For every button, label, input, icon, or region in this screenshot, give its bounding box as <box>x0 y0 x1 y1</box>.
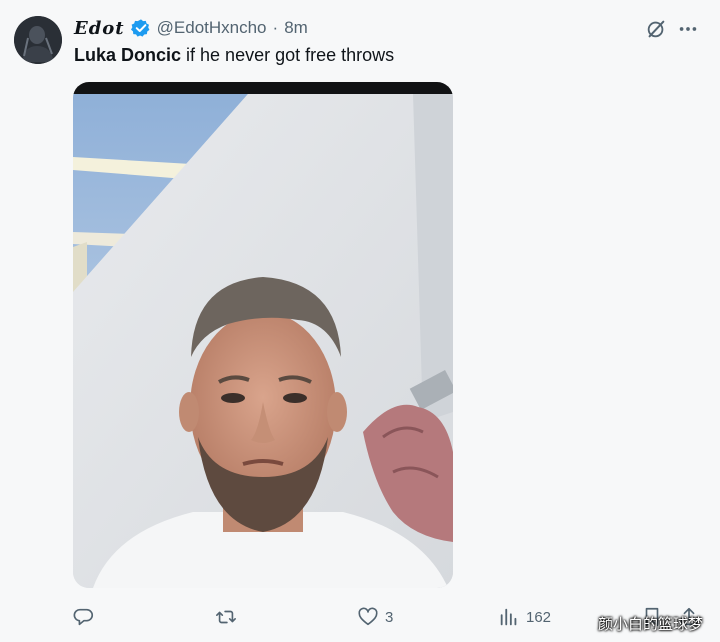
tweet[interactable]: Edot @EdotHxncho · 8m Luka Doncic if he … <box>0 0 720 642</box>
separator-dot: · <box>272 18 279 37</box>
verified-badge-icon <box>130 18 151 38</box>
reply-icon <box>73 608 93 626</box>
avatar[interactable] <box>14 16 62 64</box>
tweet-text: Luka Doncic if he never got free throws <box>74 42 394 68</box>
selfie-photo <box>73 82 453 588</box>
more-icon[interactable] <box>677 18 699 40</box>
timestamp[interactable]: 8m <box>284 18 308 38</box>
like-button[interactable]: 3 <box>357 605 393 629</box>
tweet-header: Edot @EdotHxncho · 8m <box>74 16 308 40</box>
tweet-text-bold[interactable]: Luka Doncic <box>74 45 181 65</box>
tweet-media[interactable] <box>73 82 453 588</box>
like-count: 3 <box>385 608 394 626</box>
retweet-button[interactable] <box>215 605 243 629</box>
views-chart-icon <box>500 608 517 626</box>
retweet-icon <box>216 610 236 624</box>
views-button[interactable]: 162 <box>498 605 551 629</box>
views-count: 162 <box>526 608 552 626</box>
tweet-text-rest: if he never got free throws <box>181 45 395 65</box>
grok-icon[interactable] <box>645 18 667 40</box>
reply-button[interactable] <box>73 605 101 629</box>
avatar-image <box>14 16 62 64</box>
watermark-text: 颜小白的篮球梦 <box>598 615 704 633</box>
heart-icon <box>358 607 378 626</box>
author-handle[interactable]: @EdotHxncho <box>157 18 267 38</box>
display-name[interactable]: Edot <box>74 18 125 39</box>
